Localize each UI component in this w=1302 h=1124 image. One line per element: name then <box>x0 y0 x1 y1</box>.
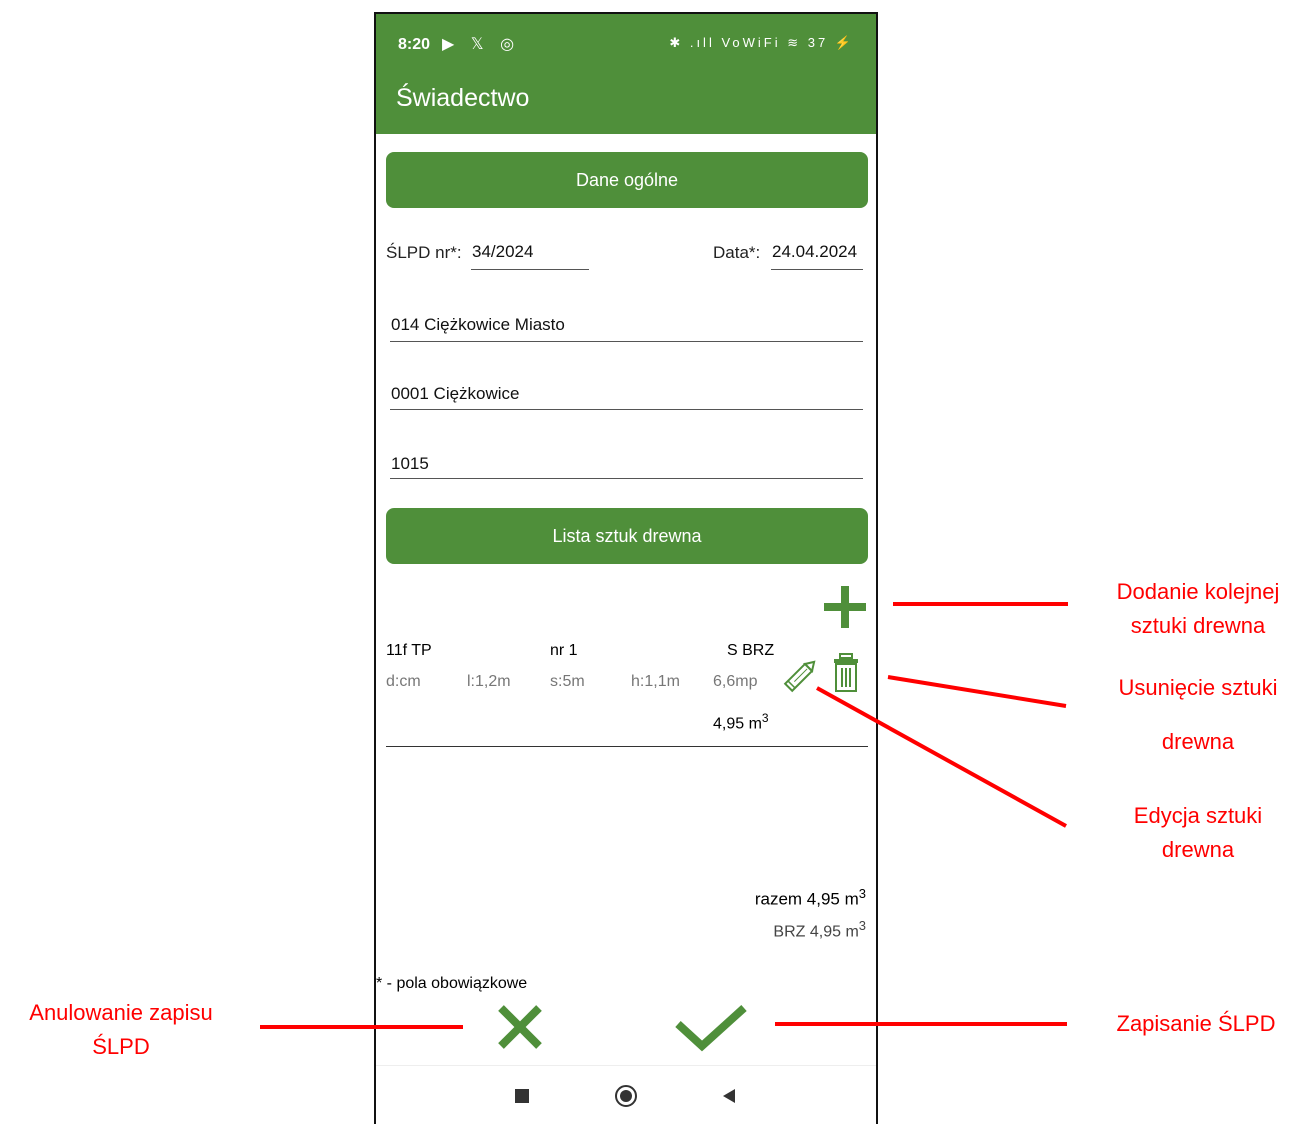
annotation-add: Dodanie kolejnej sztuki drewna <box>1116 579 1280 638</box>
annotation-cancel: Anulowanie zapisu ŚLPD <box>29 1000 213 1059</box>
annotation-lines <box>260 602 1068 1029</box>
edit-annotation-line <box>816 686 1067 828</box>
delete-annotation-line <box>887 675 1067 708</box>
annotation-delete: Usunięcie sztuki drewna <box>1118 675 1278 754</box>
annotation-edit: Edycja sztuki drewna <box>1133 803 1263 862</box>
annotation-save: Zapisanie ŚLPD <box>1116 1011 1276 1036</box>
